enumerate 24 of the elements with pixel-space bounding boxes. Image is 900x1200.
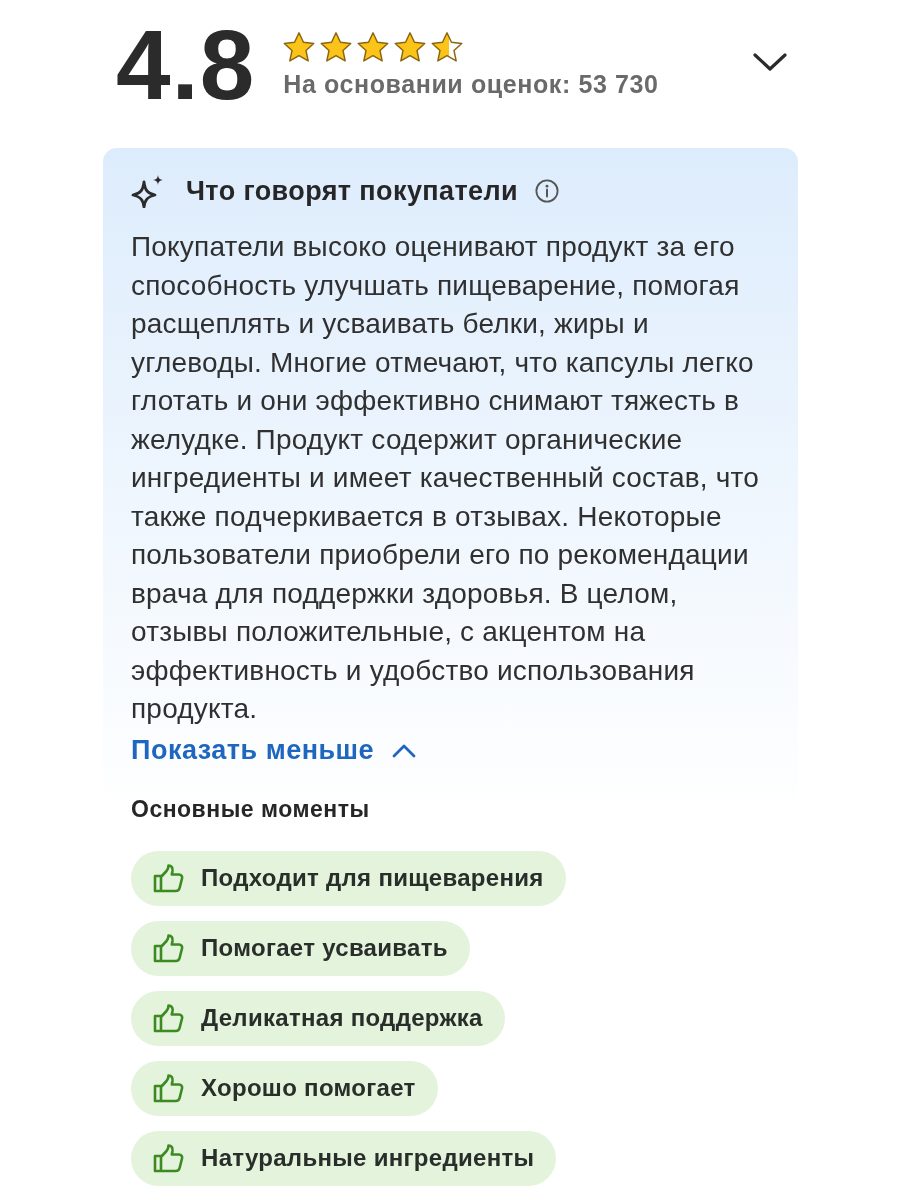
thumbs-up-icon — [153, 1143, 184, 1173]
star-icon — [320, 32, 353, 62]
highlight-label: Натуральные ингредиенты — [201, 1144, 535, 1172]
half-star-icon — [431, 32, 464, 62]
rating-count: На основании оценок: 53 730 — [283, 69, 659, 100]
highlight-label: Помогает усваивать — [201, 934, 448, 962]
rating-score: 4.8 — [116, 20, 256, 110]
chevron-down-icon — [753, 52, 787, 72]
star-icon — [357, 32, 390, 62]
star-icon — [394, 32, 427, 62]
thumbs-up-icon — [153, 1073, 184, 1103]
highlight-label: Деликатная поддержка — [201, 1004, 483, 1032]
thumbs-up-icon — [153, 933, 184, 963]
summary-text: Покупатели высоко оценивают продукт за его способность улучшать пищеварение, помогая расщеплять и усваивать белки, жиры и углеводы. Многие отмечают, что капсулы легко глотать и они эффективно снимают тяжесть в желудке. Продукт содержит органические ингредиенты и имеет качественный состав, что также подчеркивается в отзывах. Некоторые пользователи приобрели его по рекомендации врача для поддержки здоровья. В целом, отзывы положительные, с акцентом на эффективность и удобство использования продукта. — [131, 230, 760, 726]
thumbs-up-icon — [153, 1003, 184, 1033]
summary-title: Что говорят покупатели — [186, 175, 518, 208]
show-less-link[interactable]: Показать меньше — [131, 734, 417, 767]
highlight-label: Хорошо помогает — [201, 1074, 416, 1102]
info-icon[interactable] — [535, 179, 559, 203]
thumbs-up-icon — [153, 863, 184, 893]
highlights-title: Основные моменты — [131, 794, 371, 823]
expand-button[interactable] — [752, 50, 788, 74]
star-icon — [283, 32, 316, 62]
highlight-label: Подходит для пищеварения — [201, 864, 544, 892]
